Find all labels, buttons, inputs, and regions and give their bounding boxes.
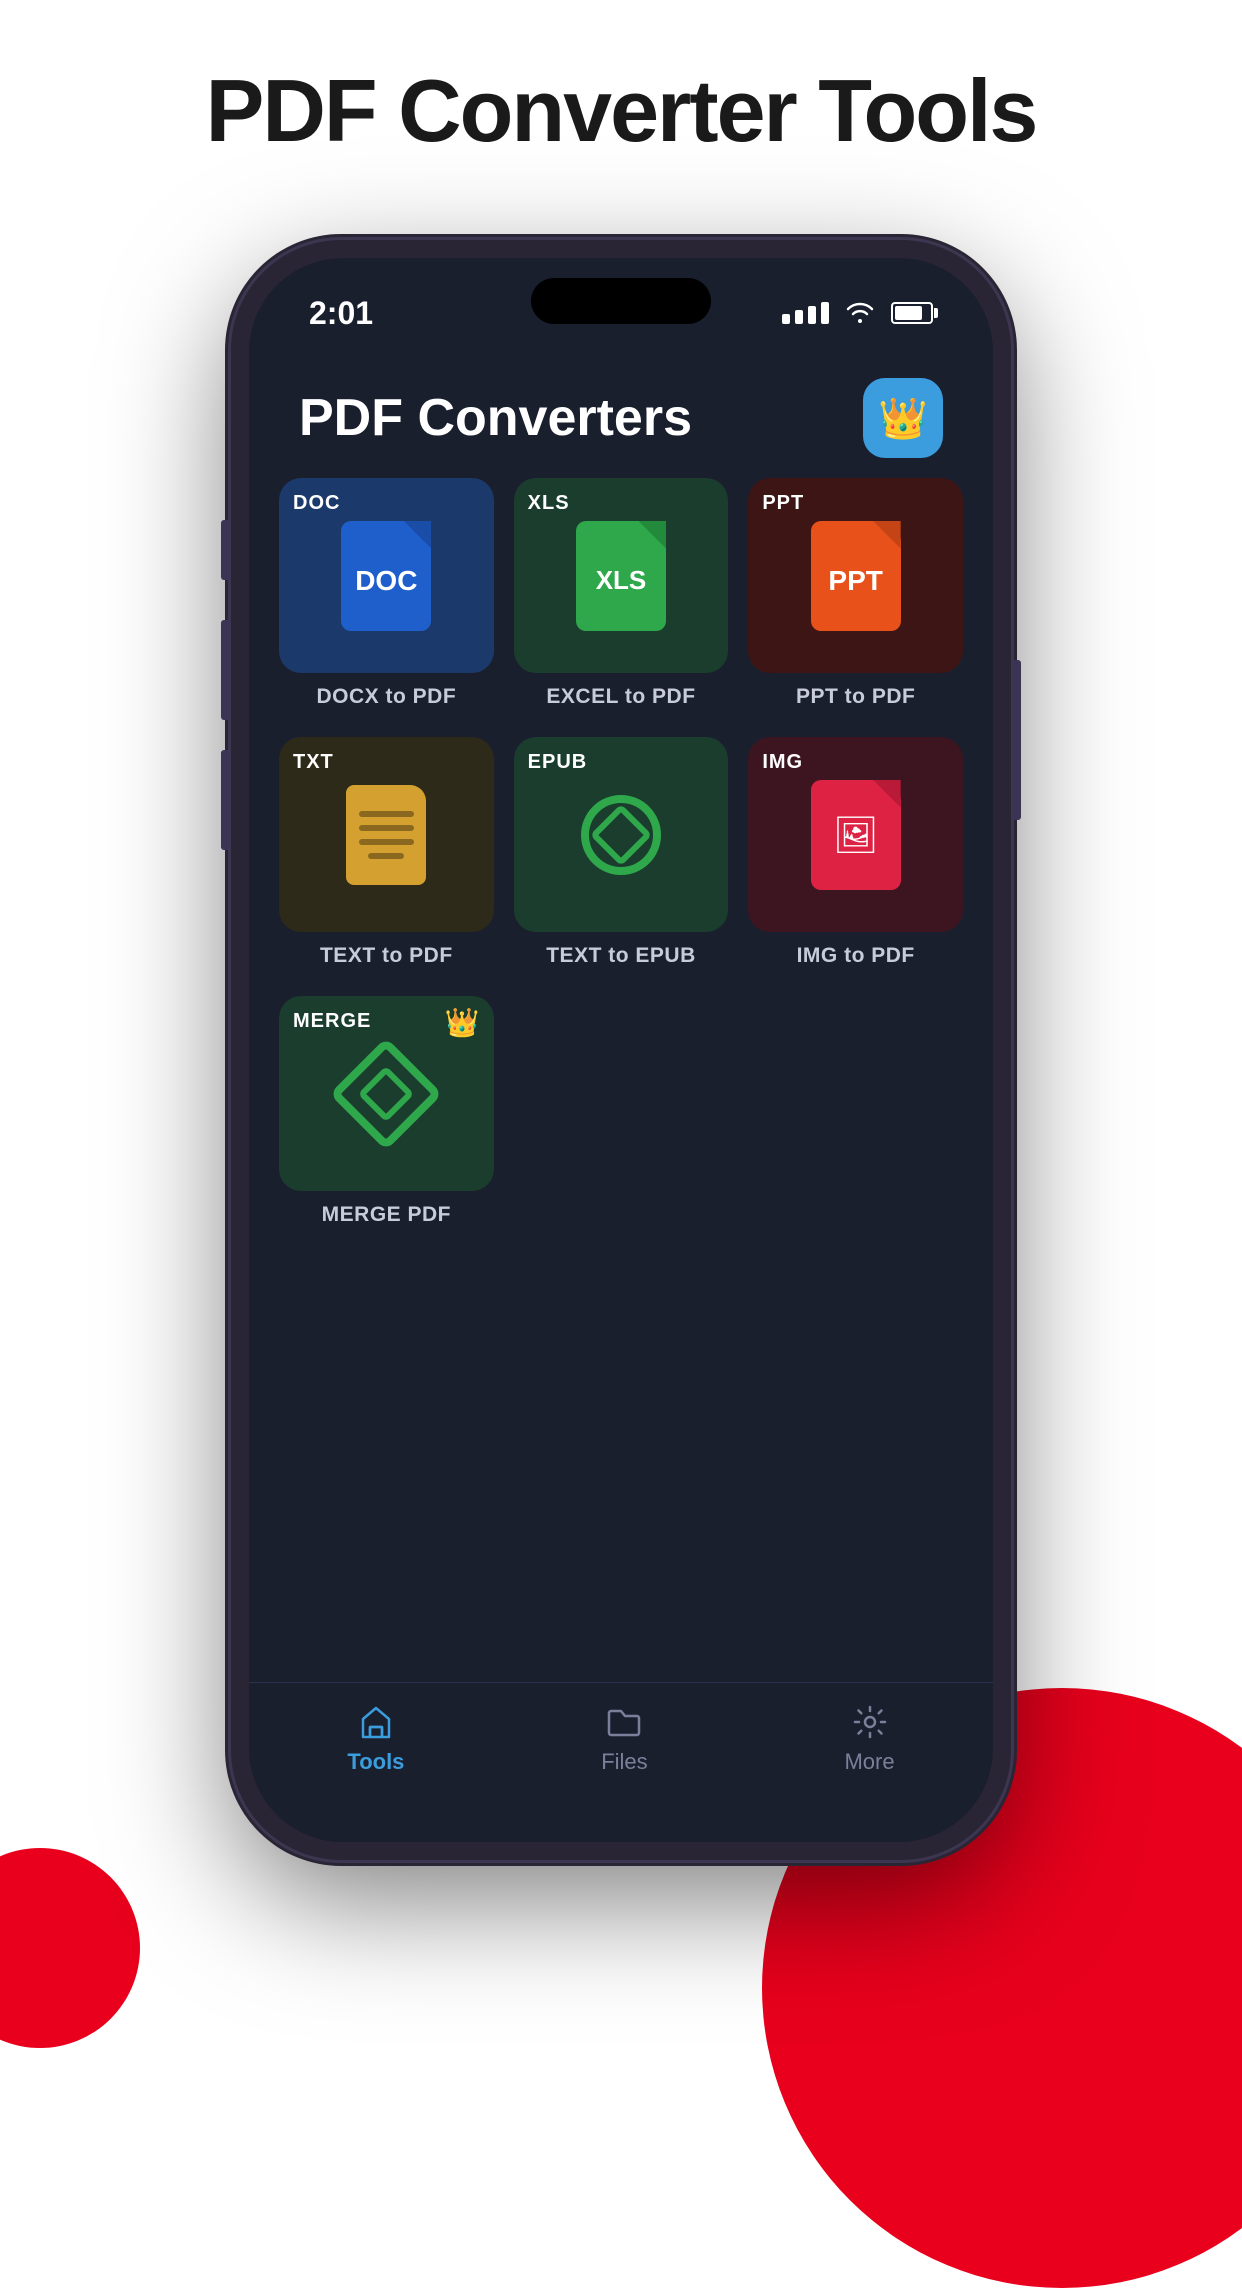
list-item[interactable]: PPT PPT PPT to PDF <box>748 478 963 717</box>
merge-badge: MERGE <box>293 1010 371 1033</box>
page-title: PDF Converter Tools <box>0 60 1242 162</box>
phone-button-vol-down <box>221 750 229 850</box>
gear-icon <box>851 1703 889 1741</box>
nav-more-label: More <box>844 1749 894 1775</box>
merge-crown-icon: 👑 <box>445 1006 480 1039</box>
txt-label: TEXT to PDF <box>310 932 463 976</box>
list-item[interactable]: TXT TEXT to PDF <box>279 737 494 976</box>
nav-item-files[interactable]: Files <box>601 1703 647 1775</box>
doc-label: DOCX to PDF <box>306 673 466 717</box>
folder-icon <box>605 1703 643 1741</box>
phone-frame: 2:01 PDF Converters <box>231 240 1011 1860</box>
crown-icon: 👑 <box>878 395 928 442</box>
img-label: IMG to PDF <box>787 932 925 976</box>
nav-item-tools[interactable]: Tools <box>347 1703 404 1775</box>
battery-icon <box>891 302 933 324</box>
premium-button[interactable]: 👑 <box>863 378 943 458</box>
nav-tools-label: Tools <box>347 1749 404 1775</box>
wifi-icon <box>845 301 875 325</box>
xls-label: EXCEL to PDF <box>536 673 705 717</box>
merge-icon <box>341 1049 431 1139</box>
list-item[interactable]: MERGE 👑 MERGE PDF <box>279 996 494 1235</box>
app-title: PDF Converters <box>299 388 692 448</box>
xls-badge: XLS <box>528 492 570 515</box>
red-circle-small <box>0 1848 140 2048</box>
doc-icon: DOC <box>341 521 431 631</box>
img-badge: IMG <box>762 751 803 774</box>
app-header: PDF Converters 👑 <box>249 348 993 478</box>
img-icon: 🖼 <box>811 780 901 890</box>
ppt-badge: PPT <box>762 492 804 515</box>
status-icons <box>782 301 933 325</box>
list-item[interactable]: IMG 🖼 IMG to PDF <box>748 737 963 976</box>
ppt-label: PPT to PDF <box>786 673 925 717</box>
epub-icon <box>581 795 661 875</box>
status-time: 2:01 <box>309 295 373 332</box>
bottom-nav: Tools Files More <box>249 1682 993 1842</box>
phone-button-vol-up <box>221 620 229 720</box>
dynamic-island <box>531 278 711 324</box>
phone-button-power <box>1013 660 1021 820</box>
txt-badge: TXT <box>293 751 334 774</box>
epub-badge: EPUB <box>528 751 588 774</box>
nav-files-label: Files <box>601 1749 647 1775</box>
home-icon <box>357 1703 395 1741</box>
epub-label: TEXT to EPUB <box>536 932 706 976</box>
list-item[interactable]: XLS XLS EXCEL to PDF <box>514 478 729 717</box>
nav-item-more[interactable]: More <box>844 1703 894 1775</box>
ppt-icon: PPT <box>811 521 901 631</box>
converter-grid: DOC DOC DOCX to PDF XLS XLS EXCEL to PDF <box>279 478 963 1235</box>
txt-icon <box>341 780 431 890</box>
phone-screen: 2:01 PDF Converters <box>249 258 993 1842</box>
signal-icon <box>782 302 829 324</box>
doc-badge: DOC <box>293 492 340 515</box>
list-item[interactable]: EPUB TEXT to EPUB <box>514 737 729 976</box>
phone-button-mute <box>221 520 229 580</box>
list-item[interactable]: DOC DOC DOCX to PDF <box>279 478 494 717</box>
xls-icon: XLS <box>576 521 666 631</box>
merge-label: MERGE PDF <box>312 1191 461 1235</box>
